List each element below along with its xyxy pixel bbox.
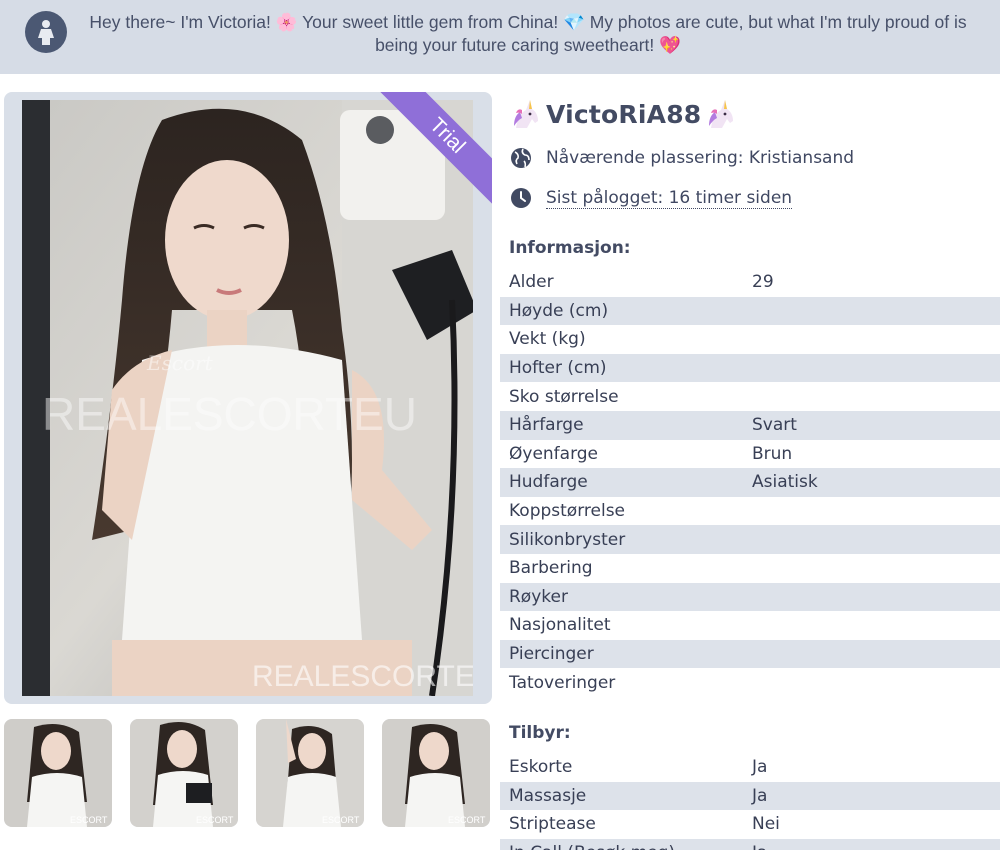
table-row: Eskorte Ja — [509, 757, 768, 778]
table-row: Hårfarge Svart — [500, 410, 1000, 440]
globe-icon — [511, 148, 531, 168]
watermark-small: Escort — [146, 351, 214, 375]
thumbnail-4[interactable]: ESCORT — [382, 719, 490, 827]
table-row: Piercinger — [500, 639, 1000, 669]
thumbnail-strip: ESCORT ESCORT ESCORT ESCORT — [4, 719, 492, 827]
unicorn-icon — [709, 100, 734, 128]
table-row: Tatoveringer — [509, 672, 616, 693]
clock-icon — [511, 188, 531, 208]
location-text: Nåværende plassering: Kristiansand — [546, 148, 855, 168]
svg-text:ESCORT: ESCORT — [448, 815, 486, 825]
offers-section-title: Tilbyr: — [509, 723, 571, 743]
table-row: Striptease Nei — [509, 814, 780, 835]
location-row: Nåværende plassering: Kristiansand — [510, 144, 854, 172]
thumbnail-3[interactable]: ESCORT — [256, 719, 364, 827]
table-row: Røyker — [500, 582, 1000, 612]
svg-text:ESCORT: ESCORT — [70, 815, 108, 825]
svg-text:ESCORT: ESCORT — [322, 815, 360, 825]
watermark-bottom: REALESCORTEU — [252, 660, 473, 693]
intro-text: Hey there~ I'm Victoria! 🌸 Your sweet li… — [89, 12, 967, 55]
trial-ribbon: Trial — [380, 92, 492, 204]
trial-label: Trial — [380, 92, 492, 204]
table-row: Nasjonalitet — [509, 615, 611, 636]
woman-icon — [25, 11, 67, 53]
info-section-title: Informasjon: — [509, 238, 631, 258]
last-login-row[interactable]: Sist pålogget: 16 timer siden — [510, 184, 793, 212]
thumbnail-2[interactable]: ESCORT — [130, 719, 238, 827]
profile-name-row: VictoRiA88 — [510, 96, 737, 132]
info-table: Alder 29 Høyde (cm) Vekt (kg) Hofter (cm)… — [500, 268, 1000, 697]
intro-banner: Hey there~ I'm Victoria! 🌸 Your sweet li… — [0, 0, 1000, 74]
table-row: Alder 29 — [509, 272, 774, 293]
table-row: Sko størrelse — [509, 386, 619, 407]
unicorn-icon — [514, 100, 538, 128]
table-row: Hofter (cm) — [500, 353, 1000, 383]
offers-table: EskorteJa MassasjeJa StripteaseNei In Ca… — [500, 753, 1000, 850]
profile-name: VictoRiA88 — [546, 99, 702, 129]
table-row: Silikonbryster — [500, 525, 1000, 554]
svg-text:ESCORT: ESCORT — [196, 815, 234, 825]
table-row: Massasje Ja — [500, 781, 1000, 811]
table-row: In Call (Besøk meg)Ja — [500, 838, 1000, 850]
last-login-text[interactable]: Sist pålogget: 16 timer siden — [546, 188, 793, 209]
table-row: Barbering — [509, 558, 593, 579]
table-row: Høyde (cm) — [500, 296, 1000, 326]
watermark-main: REALESCORTEU — [42, 388, 417, 440]
thumbnail-1[interactable]: ESCORT — [4, 719, 112, 827]
table-row: Koppstørrelse — [509, 501, 626, 522]
table-row: Øyenfarge Brun — [509, 443, 793, 464]
table-row: Hudfarge Asiatisk — [500, 468, 1000, 497]
table-row: Vekt (kg) — [509, 329, 586, 350]
